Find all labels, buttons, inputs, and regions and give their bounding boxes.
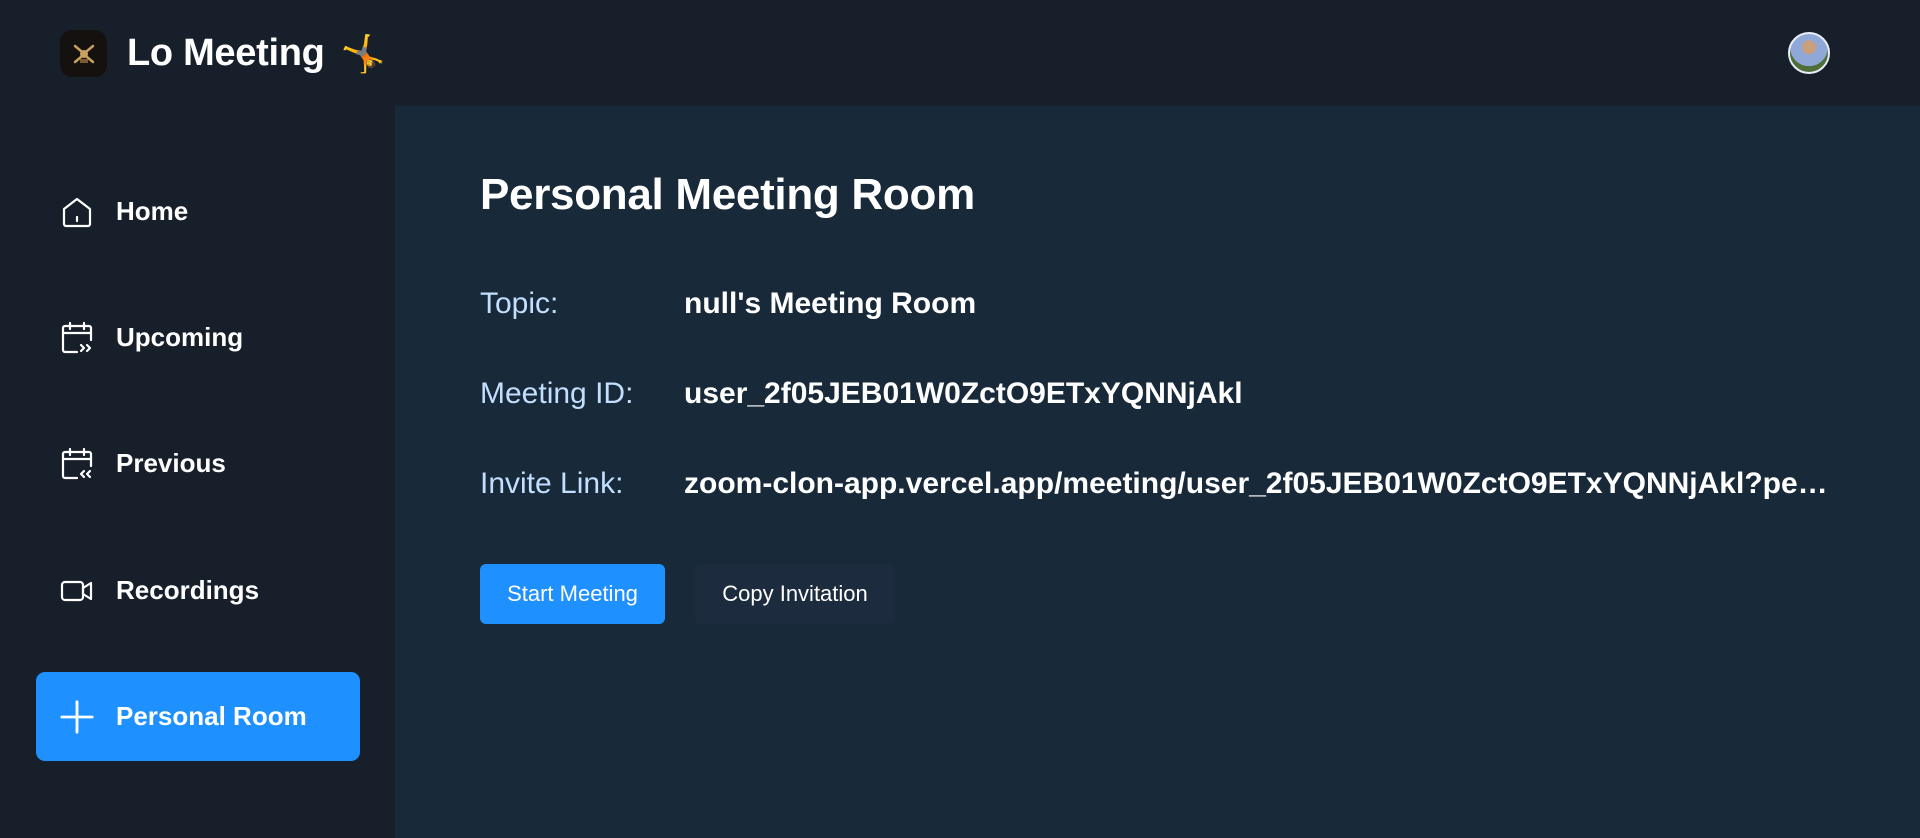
invite-link-row: Invite Link: zoom-clon-app.vercel.app/me… (480, 464, 1834, 504)
top-navbar: Lo Meeting 🤸 (0, 0, 1920, 106)
meeting-id-row: Meeting ID: user_2f05JEB01W0ZctO9ETxYQNN… (480, 374, 1243, 414)
calendar-back-icon (59, 446, 95, 482)
copy-invitation-button[interactable]: Copy Invitation (695, 564, 895, 624)
sidebar-item-upcoming[interactable]: Upcoming (36, 293, 360, 382)
meeting-id-value: user_2f05JEB01W0ZctO9ETxYQNNjAkl (684, 377, 1243, 410)
calendar-forward-icon (59, 320, 95, 356)
app-title-emoji: 🤸 (340, 32, 386, 74)
brand-link[interactable]: Lo Meeting 🤸 (60, 30, 385, 77)
meeting-id-label: Meeting ID: (480, 377, 634, 410)
sidebar-item-label: Upcoming (116, 322, 244, 352)
app-logo-icon (60, 30, 107, 77)
topic-row: Topic: null's Meeting Room (480, 284, 976, 324)
sidebar-item-label: Personal Room (116, 701, 307, 731)
sidebar: Home Upcoming Previous Recordings Person… (0, 106, 395, 838)
page-title: Personal Meeting Room (480, 170, 975, 219)
user-avatar[interactable] (1788, 32, 1830, 74)
app-title: Lo Meeting (127, 32, 325, 74)
home-icon (59, 194, 95, 230)
main-content: Personal Meeting Room Topic: null's Meet… (395, 106, 1920, 838)
sidebar-item-label: Previous (116, 448, 226, 478)
sidebar-item-previous[interactable]: Previous (36, 419, 360, 508)
topic-value: null's Meeting Room (684, 287, 977, 320)
sidebar-item-personal-room[interactable]: Personal Room (36, 672, 360, 761)
plus-icon (59, 699, 95, 735)
sidebar-item-label: Home (116, 196, 189, 226)
invite-link-value: zoom-clon-app.vercel.app/meeting/user_2f… (684, 467, 1834, 500)
sidebar-item-home[interactable]: Home (36, 167, 360, 256)
invite-link-label: Invite Link: (480, 467, 624, 500)
topic-label: Topic: (480, 287, 559, 320)
video-icon (59, 573, 95, 609)
sidebar-item-recordings[interactable]: Recordings (36, 546, 360, 635)
sidebar-item-label: Recordings (116, 575, 260, 605)
start-meeting-button[interactable]: Start Meeting (480, 564, 665, 624)
